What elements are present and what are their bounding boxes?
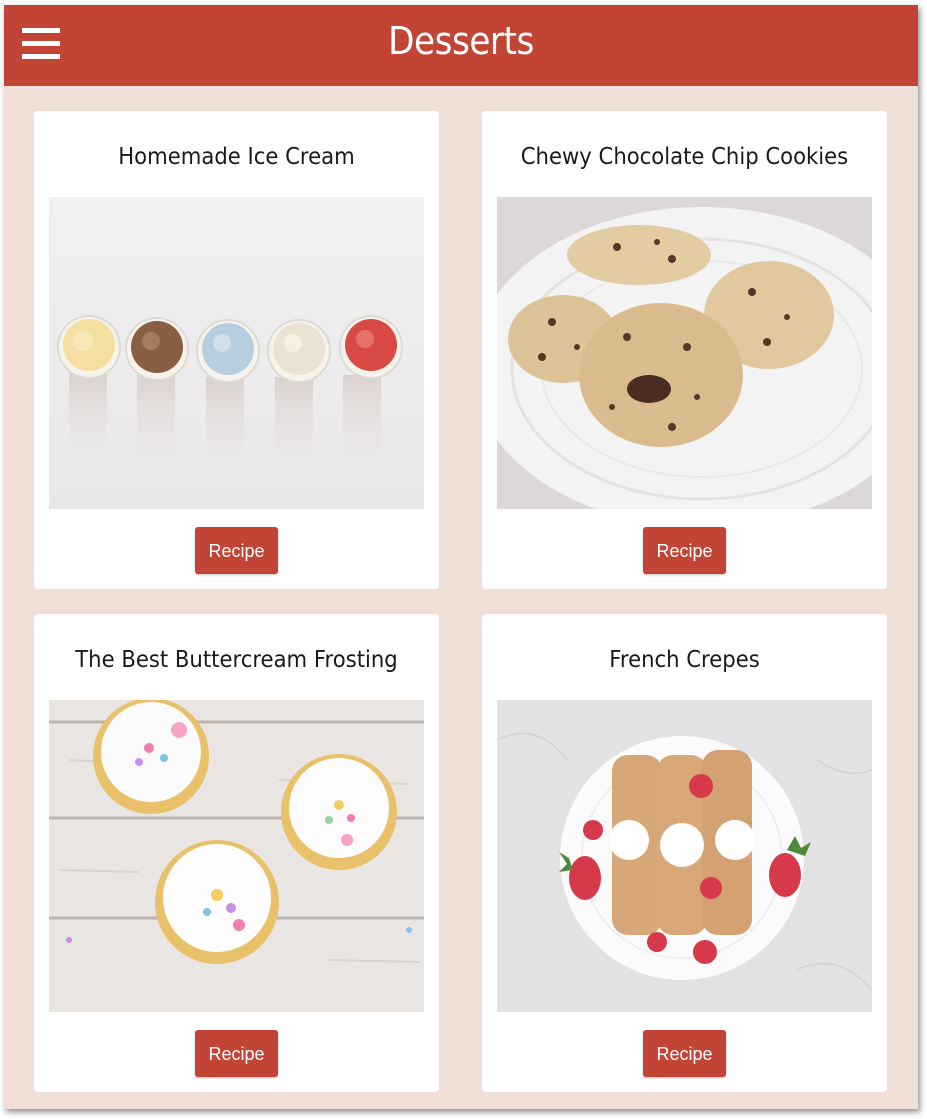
recipe-button[interactable]: Recipe — [195, 527, 278, 574]
recipe-card-cookies: Chewy Chocolate Chip Cookies Recipe — [482, 111, 887, 589]
recipe-button[interactable]: Recipe — [643, 527, 726, 574]
recipe-card-buttercream: The Best Buttercream Frosting Recipe — [34, 614, 439, 1092]
french-crepes-photo — [497, 700, 872, 1012]
recipe-button[interactable]: Recipe — [195, 1030, 278, 1077]
card-title: The Best Buttercream Frosting — [75, 647, 398, 673]
card-title: French Crepes — [609, 647, 760, 673]
recipe-card-crepes: French Crepes Recipe — [482, 614, 887, 1092]
page-title: Desserts — [388, 19, 534, 63]
recipe-card-ice-cream: Homemade Ice Cream Recipe — [34, 111, 439, 589]
app-header: Desserts — [4, 5, 918, 86]
recipe-button[interactable]: Recipe — [643, 1030, 726, 1077]
card-title: Homemade Ice Cream — [118, 144, 355, 170]
buttercream-cupcakes-photo — [49, 700, 424, 1012]
ice-cream-scoops-photo — [49, 197, 424, 509]
app-window: Desserts Homemade Ice Cream Recipe Chewy… — [4, 5, 918, 1109]
card-title: Chewy Chocolate Chip Cookies — [520, 144, 849, 170]
chocolate-chip-cookies-photo — [497, 197, 872, 509]
